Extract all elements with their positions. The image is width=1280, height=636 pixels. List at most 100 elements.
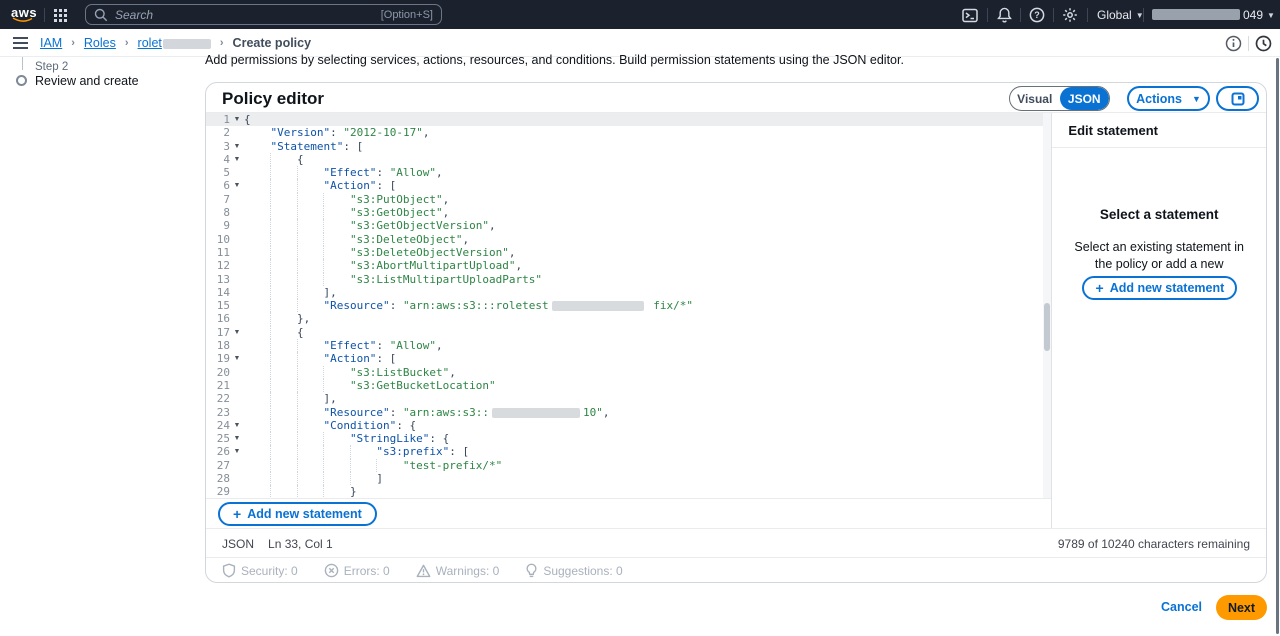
code-line[interactable]: 22], [206, 392, 1051, 405]
code-line[interactable]: 15"Resource": "arn:aws:s3:::roletest fix… [206, 299, 1051, 312]
indent-guide [297, 179, 323, 192]
code-line[interactable]: 20"s3:ListBucket", [206, 366, 1051, 379]
line-number: 29 [206, 485, 230, 498]
fold-arrow-icon[interactable]: ▼ [230, 445, 244, 458]
code-line[interactable]: 28] [206, 472, 1051, 485]
hamburger-icon [12, 35, 29, 51]
code-text: "s3:prefix": [ [244, 445, 469, 458]
code-line[interactable]: 1▼{ [206, 113, 1051, 126]
editor-scrollbar-thumb[interactable] [1044, 303, 1050, 351]
code-line[interactable]: 2"Version": "2012-10-17", [206, 126, 1051, 139]
step-review-and-create[interactable]: Review and create [35, 74, 139, 88]
actions-dropdown-button[interactable]: Actions ▼ [1127, 86, 1210, 111]
code-line[interactable]: 6▼"Action": [ [206, 179, 1051, 192]
breadcrumb-roles[interactable]: Roles [84, 36, 116, 50]
code-line[interactable]: 7"s3:PutObject", [206, 193, 1051, 206]
code-line[interactable]: 21"s3:GetBucketLocation" [206, 379, 1051, 392]
indent-guide [297, 419, 323, 432]
indent-guide [244, 166, 270, 179]
region-selector[interactable]: Global▼ [1097, 8, 1144, 22]
aws-logo-text: aws [11, 5, 37, 20]
notifications-button[interactable] [995, 6, 1013, 24]
indent-guide [244, 286, 270, 299]
breadcrumb-role-name[interactable]: rolet [138, 36, 211, 50]
code-text: "s3:PutObject", [244, 193, 449, 206]
code-text: "Statement": [ [244, 140, 363, 153]
aws-logo[interactable]: aws [11, 5, 37, 23]
indent-guide [270, 286, 296, 299]
fold-arrow-icon[interactable]: ▼ [230, 326, 244, 339]
fold-arrow-icon[interactable]: ▼ [230, 113, 244, 126]
search-input[interactable] [115, 8, 381, 22]
line-number: 11 [206, 246, 230, 259]
line-number: 5 [206, 166, 230, 179]
indent-guide [297, 206, 323, 219]
indent-guide [323, 432, 349, 445]
next-button[interactable]: Next [1216, 595, 1267, 620]
code-line[interactable]: 14], [206, 286, 1051, 299]
code-line[interactable]: 16}, [206, 312, 1051, 325]
fold-arrow-icon[interactable]: ▼ [230, 153, 244, 166]
svg-text:?: ? [1034, 10, 1040, 20]
maximize-editor-button[interactable] [1216, 86, 1259, 111]
code-line[interactable]: 11"s3:DeleteObjectVersion", [206, 246, 1051, 259]
add-new-statement-button[interactable]: + Add new statement [218, 502, 377, 526]
indent-guide [244, 126, 270, 139]
code-line[interactable]: 17▼{ [206, 326, 1051, 339]
code-editor[interactable]: 1▼{2"Version": "2012-10-17",3▼"Statement… [206, 113, 1051, 498]
redacted-text [552, 301, 644, 311]
fold-arrow-icon[interactable]: ▼ [230, 179, 244, 192]
code-line[interactable]: 27"test-prefix/*" [206, 459, 1051, 472]
edit-statement-title: Edit statement [1068, 123, 1158, 138]
code-line[interactable]: 18"Effect": "Allow", [206, 339, 1051, 352]
page-scrollbar[interactable] [1276, 58, 1279, 634]
warning-triangle-icon [416, 564, 431, 578]
cloudshell-button[interactable] [961, 6, 979, 24]
code-line[interactable]: 10"s3:DeleteObject", [206, 233, 1051, 246]
divider [1052, 147, 1266, 148]
info-panel-button[interactable] [1225, 35, 1242, 52]
account-menu[interactable]: 049▼ [1243, 8, 1275, 22]
fold-gutter [230, 366, 244, 379]
indent-guide [244, 312, 270, 325]
services-menu-button[interactable] [51, 6, 69, 24]
json-tab[interactable]: JSON [1060, 87, 1110, 110]
fold-arrow-icon[interactable]: ▼ [230, 432, 244, 445]
step-radio-icon[interactable] [16, 75, 27, 86]
fold-arrow-icon[interactable]: ▼ [230, 140, 244, 153]
code-line[interactable]: 13"s3:ListMultipartUploadParts" [206, 273, 1051, 286]
visual-tab[interactable]: Visual [1010, 87, 1060, 110]
line-number: 8 [206, 206, 230, 219]
panel-add-new-statement-button[interactable]: + Add new statement [1082, 276, 1237, 300]
code-line[interactable]: 24▼"Condition": { [206, 419, 1051, 432]
code-line[interactable]: 8"s3:GetObject", [206, 206, 1051, 219]
breadcrumb-iam[interactable]: IAM [40, 36, 62, 50]
cancel-button[interactable]: Cancel [1161, 600, 1202, 614]
help-button[interactable]: ? [1028, 6, 1046, 24]
code-line[interactable]: 29} [206, 485, 1051, 498]
indent-guide [323, 233, 349, 246]
indent-guide [297, 459, 323, 472]
code-line[interactable]: 23"Resource": "arn:aws:s3::10", [206, 406, 1051, 419]
indent-guide [244, 459, 270, 472]
editor-scrollbar[interactable] [1043, 113, 1051, 498]
fold-arrow-icon[interactable]: ▼ [230, 352, 244, 365]
code-line[interactable]: 3▼"Statement": [ [206, 140, 1051, 153]
chevron-right-icon: › [220, 37, 224, 49]
fold-arrow-icon[interactable]: ▼ [230, 419, 244, 432]
code-line[interactable]: 12"s3:AbortMultipartUpload", [206, 259, 1051, 272]
code-line[interactable]: 19▼"Action": [ [206, 352, 1051, 365]
security-count: Security: 0 [222, 563, 298, 578]
code-line[interactable]: 9"s3:GetObjectVersion", [206, 219, 1051, 232]
code-line[interactable]: 5"Effect": "Allow", [206, 166, 1051, 179]
recently-visited-button[interactable] [1255, 35, 1272, 52]
code-text: "s3:GetBucketLocation" [244, 379, 496, 392]
global-search[interactable]: [Option+S] [85, 4, 442, 25]
code-line[interactable]: 25▼"StringLike": { [206, 432, 1051, 445]
aws-console-page: aws [Option+S] [0, 0, 1280, 636]
side-nav-toggle[interactable] [12, 35, 29, 51]
code-line[interactable]: 4▼{ [206, 153, 1051, 166]
code-line[interactable]: 26▼"s3:prefix": [ [206, 445, 1051, 458]
fold-gutter [230, 485, 244, 498]
settings-button[interactable] [1061, 6, 1079, 24]
